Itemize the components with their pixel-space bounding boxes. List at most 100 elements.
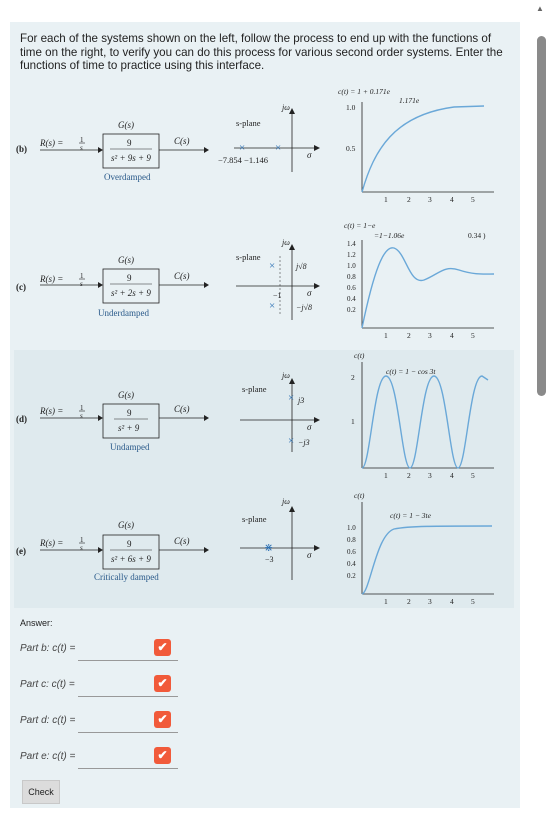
svg-text:1: 1 [351,417,355,426]
svg-text:−3: −3 [265,555,274,564]
input-label: R(s) = [39,138,63,148]
svg-text:5: 5 [471,597,475,606]
svg-text:c(t) = 1 − cos 3t: c(t) = 1 − cos 3t [386,367,436,376]
system-b: (b) R(s) = 1 s G(s) 9 s² + 9s + 9 C(s) Ov… [16,87,494,204]
damping-caption: Underdamped [98,308,149,318]
svg-text:s: s [80,280,83,288]
pole-marker: × [269,260,275,272]
svg-text:1: 1 [384,471,388,480]
svg-text:s: s [80,412,83,420]
response-formula: c(t) = 1 + 0.171e [338,87,391,96]
svg-text:c(t): c(t) [354,491,365,500]
svg-text:c(t) = 1−e: c(t) = 1−e [344,221,376,230]
tf-numerator: 9 [127,138,132,148]
part-d-feedback-icon[interactable]: ✔ [154,711,171,728]
svg-text:0.4: 0.4 [347,560,356,568]
svg-text:G(s): G(s) [118,390,134,400]
svg-text:0.2: 0.2 [347,306,356,314]
response-curve [361,105,485,193]
svg-text:0.6: 0.6 [347,548,356,556]
damping-caption: Critically damped [94,572,159,582]
part-e-label: Part e: c(t) = [20,751,76,762]
scrollbar-thumb[interactable] [537,36,546,396]
pole-marker: × [275,142,281,154]
svg-text:0.2: 0.2 [347,572,356,580]
svg-text:s-plane: s-plane [242,514,267,524]
answer-heading: Answer: [20,618,53,628]
xtick: 5 [471,195,475,204]
part-c-feedback-icon[interactable]: ✔ [154,675,171,692]
svg-text:G(s): G(s) [118,255,134,265]
svg-text:2: 2 [351,373,355,382]
tf-denominator: s² + 9s + 9 [111,153,151,163]
svg-text:R(s) =: R(s) = [39,274,63,284]
system-label: (b) [16,144,27,154]
jw-label: jω [281,103,290,112]
svg-text:j3: j3 [297,396,304,405]
svg-text:0.8: 0.8 [347,536,356,544]
systems-figure: (b) R(s) = 1 s G(s) 9 s² + 9s + 9 C(s) Ov… [14,80,514,610]
ytick: 0.5 [346,144,356,153]
svg-text:(e): (e) [16,546,26,556]
svg-text:c(t): c(t) [354,351,365,360]
svg-text:3: 3 [428,331,432,340]
gs-label: G(s) [118,120,134,130]
sigma-label: σ [307,150,312,160]
svg-text:1.4: 1.4 [347,240,356,248]
svg-text:jω: jω [281,371,290,380]
svg-text:s² + 6s + 9: s² + 6s + 9 [111,554,151,564]
pole-values: −7.854 −1.146 [218,155,268,165]
svg-text:9: 9 [127,539,132,549]
part-c-label: Part c: c(t) = [20,679,75,690]
svg-text:jω: jω [281,238,290,247]
pole-marker: × [269,300,275,312]
svg-text:jω: jω [281,497,290,506]
pole-marker: × [288,392,294,404]
question-instructions: For each of the systems shown on the lef… [20,32,503,72]
svg-text:1.2: 1.2 [347,251,356,259]
part-b-feedback-icon[interactable]: ✔ [154,639,171,656]
svg-text:(d): (d) [16,414,27,424]
part-e-feedback-icon[interactable]: ✔ [154,747,171,764]
svg-text:s-plane: s-plane [242,384,267,394]
svg-text:c(t) = 1 − 3te: c(t) = 1 − 3te [390,511,432,520]
svg-text:9: 9 [127,408,132,418]
svg-text:1: 1 [384,331,388,340]
svg-text:1.0: 1.0 [347,262,356,270]
cs-label: C(s) [174,136,190,146]
svg-text:C(s): C(s) [174,271,190,281]
check-button[interactable]: Check [22,780,60,804]
response-formula-line2: 1.171e [399,96,420,105]
svg-text:4: 4 [450,597,454,606]
svg-text:3: 3 [428,597,432,606]
svg-text:0.34 ): 0.34 ) [468,231,486,240]
pole-marker: × [239,142,245,154]
xtick: 4 [450,195,454,204]
svg-text:R(s) =: R(s) = [39,538,63,548]
pole-marker: × [288,435,294,447]
svg-text:j√8: j√8 [295,262,307,271]
svg-text:4: 4 [450,471,454,480]
svg-text:5: 5 [471,331,475,340]
scroll-up-arrow-icon[interactable]: ▲ [536,4,544,13]
damping-caption: Undamped [110,442,150,452]
ytick: 1.0 [346,103,356,112]
svg-text:s² + 2s + 9: s² + 2s + 9 [111,288,151,298]
pole-marker: ⋇ [264,542,273,554]
xtick: 2 [407,195,411,204]
svg-text:0.6: 0.6 [347,284,356,292]
svg-text:s: s [80,144,83,152]
xtick: 1 [384,195,388,204]
part-d-label: Part d: c(t) = [20,715,76,726]
svg-text:0.4: 0.4 [347,295,356,303]
svg-text:9: 9 [127,273,132,283]
svg-text:3: 3 [428,471,432,480]
damping-caption: Overdamped [104,172,151,182]
svg-text:−1: −1 [273,291,282,300]
svg-text:C(s): C(s) [174,404,190,414]
svg-text:σ: σ [307,422,312,432]
svg-text:σ: σ [307,550,312,560]
svg-text:s-plane: s-plane [236,252,261,262]
part-b-label: Part b: c(t) = [20,643,76,654]
svg-text:1: 1 [384,597,388,606]
